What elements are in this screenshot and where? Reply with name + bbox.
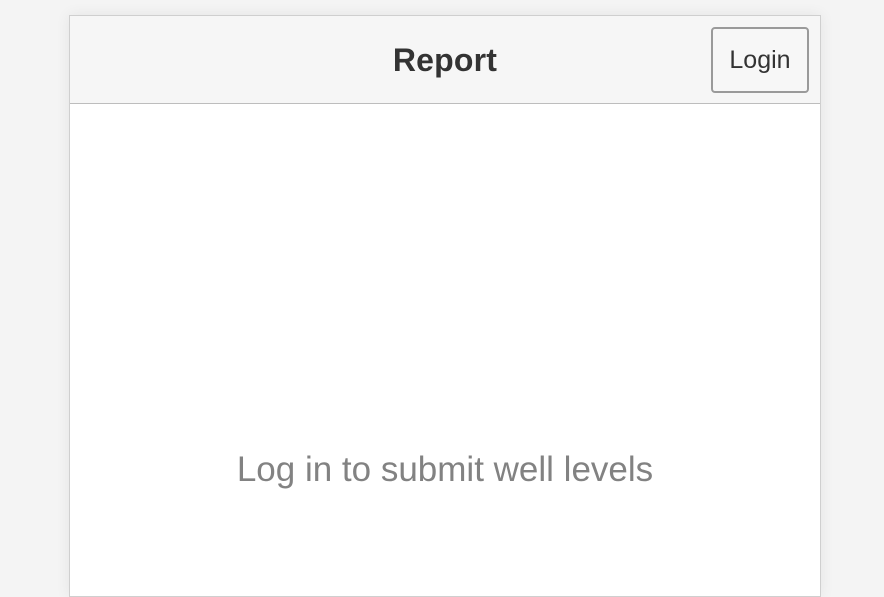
header-bar: Report Login xyxy=(70,16,820,104)
app-frame: Report Login Log in to submit well level… xyxy=(69,15,821,597)
login-button[interactable]: Login xyxy=(711,27,809,93)
login-prompt-message: Log in to submit well levels xyxy=(236,450,654,489)
page-title: Report xyxy=(392,42,498,78)
main-content: Log in to submit well levels xyxy=(70,104,820,596)
